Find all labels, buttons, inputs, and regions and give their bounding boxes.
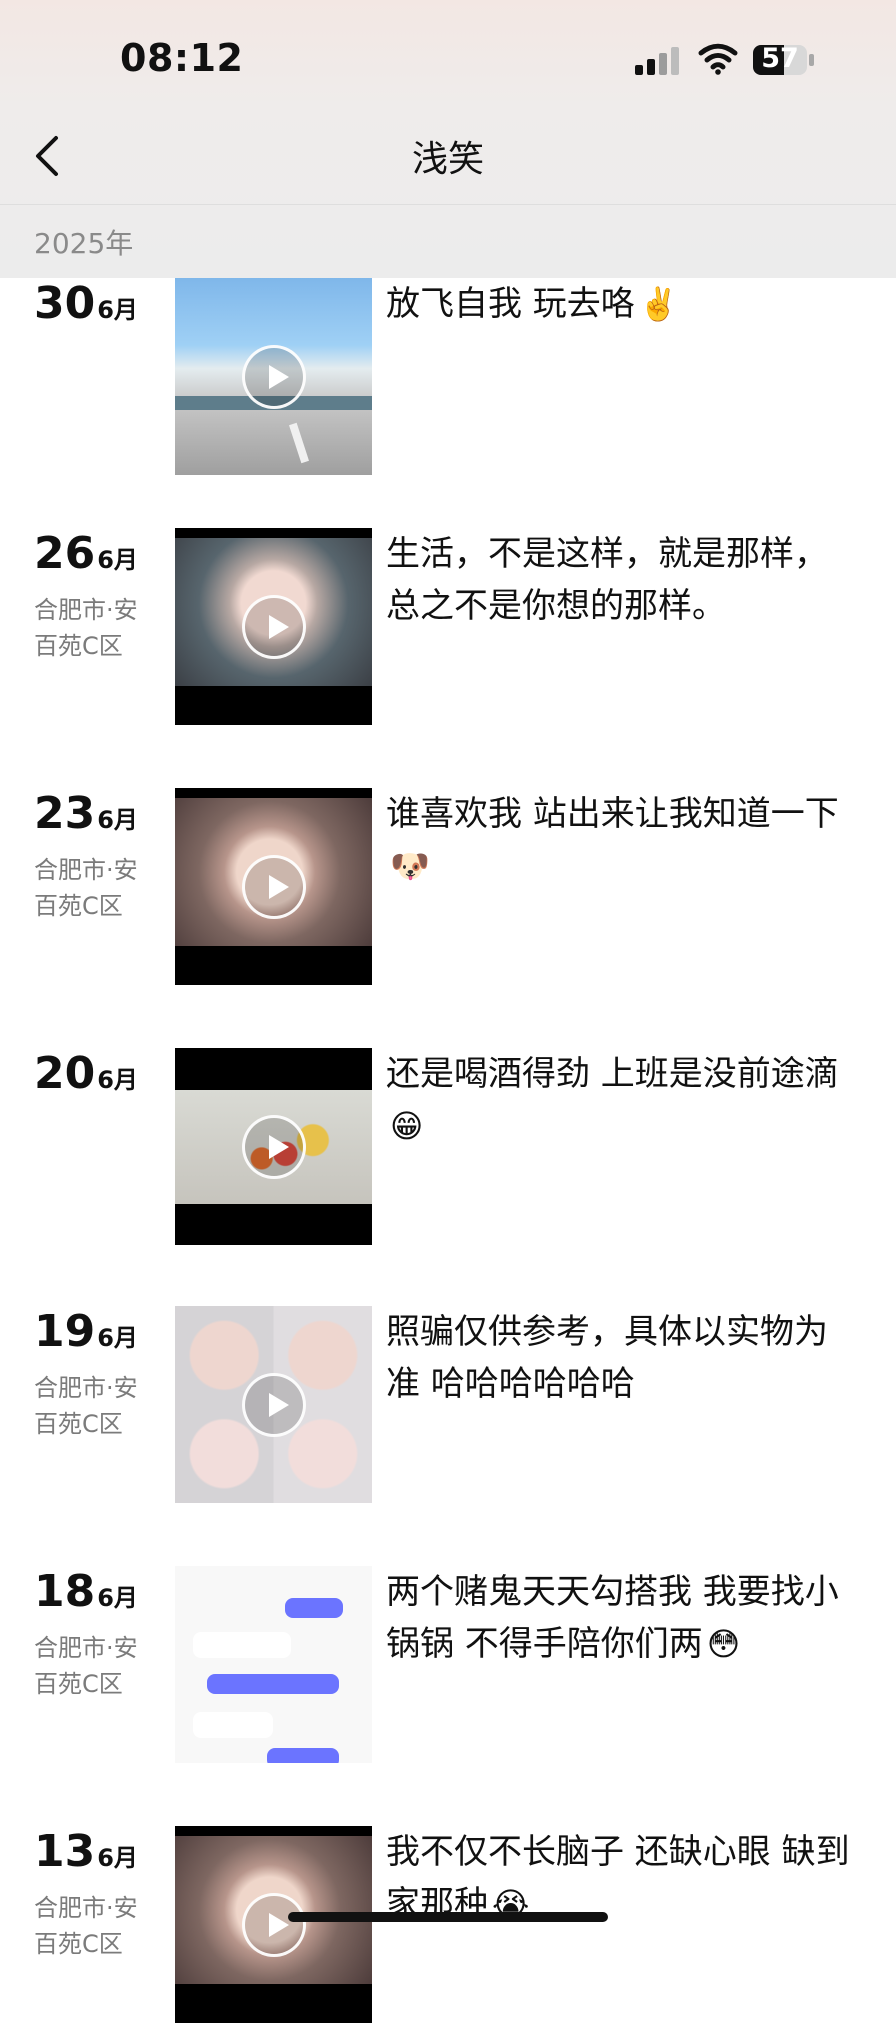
year-label: 2025年: [34, 227, 134, 260]
post-caption: 两个赌鬼天天勾搭我 我要找小锅锅 不得手陪你们两 😳: [386, 1566, 856, 1670]
post-location: 合肥市·安 百苑C区: [34, 1630, 174, 1702]
post-caption-text: 生活，不是这样，就是那样，总之不是你想的那样。: [386, 534, 828, 626]
header-divider: [0, 204, 896, 205]
post-caption: 还是喝酒得劲 上班是没前途滴 😁: [386, 1048, 856, 1152]
post-video-thumbnail[interactable]: [175, 788, 372, 985]
post-month: 6月: [97, 1324, 138, 1352]
play-icon[interactable]: [241, 594, 306, 659]
post-day: 20: [34, 1048, 96, 1099]
post-day: 26: [34, 528, 96, 579]
post-date: 196月: [34, 1306, 138, 1357]
post-caption-text: 谁喜欢我 站出来让我知道一下: [386, 794, 839, 834]
home-indicator: [288, 1912, 608, 1922]
post-location-line1: 合肥市·安: [34, 1374, 138, 1402]
post-location-line1: 合肥市·安: [34, 1894, 138, 1922]
post-item[interactable]: 266月 合肥市·安 百苑C区 生活，不是这样，就是那样，总之不是你想的那样。: [0, 528, 896, 738]
wifi-icon: [698, 43, 738, 75]
post-date: 236月: [34, 788, 138, 839]
post-day: 30: [34, 278, 96, 329]
victory-hand-emoji-icon: ✌️: [638, 285, 679, 323]
play-icon[interactable]: [241, 1372, 306, 1437]
post-month: 6月: [97, 296, 138, 324]
post-caption-text: 两个赌鬼天天勾搭我 我要找小锅锅 不得手陪你们两: [386, 1572, 839, 1664]
post-date: 186月: [34, 1566, 138, 1617]
post-location-line2: 百苑C区: [34, 1930, 123, 1958]
post-video-thumbnail[interactable]: [175, 1048, 372, 1245]
post-location: 合肥市·安 百苑C区: [34, 1370, 174, 1442]
post-image-thumbnail[interactable]: [175, 1566, 372, 1763]
play-icon[interactable]: [241, 344, 306, 409]
flushed-face-emoji-icon: 😳: [706, 1625, 741, 1663]
post-location: 合肥市·安 百苑C区: [34, 592, 174, 664]
post-caption: 谁喜欢我 站出来让我知道一下 🐶: [386, 788, 856, 892]
cellular-signal-icon: [635, 47, 679, 75]
post-caption-text: 我不仅不长脑子 还缺心眼 缺到家那种: [386, 1832, 850, 1924]
post-caption-text: 还是喝酒得劲 上班是没前途滴: [386, 1054, 839, 1094]
post-location-line1: 合肥市·安: [34, 1634, 138, 1662]
post-month: 6月: [97, 806, 138, 834]
post-item[interactable]: 236月 合肥市·安 百苑C区 谁喜欢我 站出来让我知道一下 🐶: [0, 788, 896, 998]
post-date: 136月: [34, 1826, 138, 1877]
post-location: 合肥市·安 百苑C区: [34, 852, 174, 924]
chat-bubble-graphic: [285, 1598, 343, 1618]
post-caption: 放飞自我 玩去咯 ✌️: [386, 278, 856, 330]
post-date: 206月: [34, 1048, 138, 1099]
voice-message-graphic: [193, 1712, 273, 1738]
play-icon[interactable]: [241, 854, 306, 919]
post-caption-text: 放飞自我 玩去咯: [386, 284, 635, 324]
post-day: 19: [34, 1306, 96, 1357]
post-location-line2: 百苑C区: [34, 1670, 123, 1698]
post-month: 6月: [97, 1844, 138, 1872]
battery-percentage: 57: [761, 43, 799, 74]
post-item[interactable]: 306月 放飞自我 玩去咯 ✌️: [0, 278, 896, 488]
post-caption: 照骗仅供参考，具体以实物为准 哈哈哈哈哈哈: [386, 1306, 856, 1410]
post-date: 266月: [34, 528, 138, 579]
voice-message-graphic: [193, 1632, 291, 1658]
post-item[interactable]: 196月 合肥市·安 百苑C区 照骗仅供参考，具体以实物为准 哈哈哈哈哈哈: [0, 1306, 896, 1516]
post-caption-text: 照骗仅供参考，具体以实物为准 哈哈哈哈哈哈: [386, 1312, 828, 1404]
post-location-line2: 百苑C区: [34, 1410, 123, 1438]
post-location-line2: 百苑C区: [34, 892, 123, 920]
post-location-line1: 合肥市·安: [34, 596, 138, 624]
post-day: 18: [34, 1566, 96, 1617]
road-lane-graphic: [289, 422, 309, 464]
post-video-thumbnail[interactable]: [175, 1306, 372, 1503]
post-video-thumbnail[interactable]: [175, 528, 372, 725]
post-item[interactable]: 186月 合肥市·安 百苑C区 两个赌鬼天天勾搭我 我要找小锅锅 不得手陪你们两…: [0, 1566, 896, 1776]
post-location-line2: 百苑C区: [34, 632, 123, 660]
post-day: 23: [34, 788, 96, 839]
dog-emoji-icon: 🐶: [390, 847, 430, 885]
post-video-thumbnail[interactable]: [175, 278, 372, 475]
status-time: 08:12: [120, 36, 244, 80]
post-item[interactable]: 136月 合肥市·安 百苑C区 我不仅不长脑子 还缺心眼 缺到家那种 😭: [0, 1826, 896, 2036]
post-month: 6月: [97, 1066, 138, 1094]
post-caption: 生活，不是这样，就是那样，总之不是你想的那样。: [386, 528, 856, 632]
post-month: 6月: [97, 546, 138, 574]
post-month: 6月: [97, 1584, 138, 1612]
post-item[interactable]: 206月 还是喝酒得劲 上班是没前途滴 😁: [0, 1048, 896, 1258]
post-location-line1: 合肥市·安: [34, 856, 138, 884]
post-location: 合肥市·安 百苑C区: [34, 1890, 174, 1962]
grinning-face-emoji-icon: 😁: [390, 1107, 424, 1145]
play-icon[interactable]: [241, 1114, 306, 1179]
chat-bubble-graphic: [267, 1748, 339, 1763]
chat-bubble-graphic: [207, 1674, 339, 1694]
post-day: 13: [34, 1826, 96, 1877]
post-date: 306月: [34, 278, 138, 329]
moments-feed: 306月 放飞自我 玩去咯 ✌️ 266月 合肥市·安 百苑C区 生活，不是这样，…: [0, 0, 896, 2023]
post-video-thumbnail[interactable]: [175, 1826, 372, 2023]
top-header: 08:12 57 浅笑 2025年: [0, 0, 896, 278]
page-title: 浅笑: [411, 139, 484, 180]
play-icon[interactable]: [241, 1892, 306, 1957]
